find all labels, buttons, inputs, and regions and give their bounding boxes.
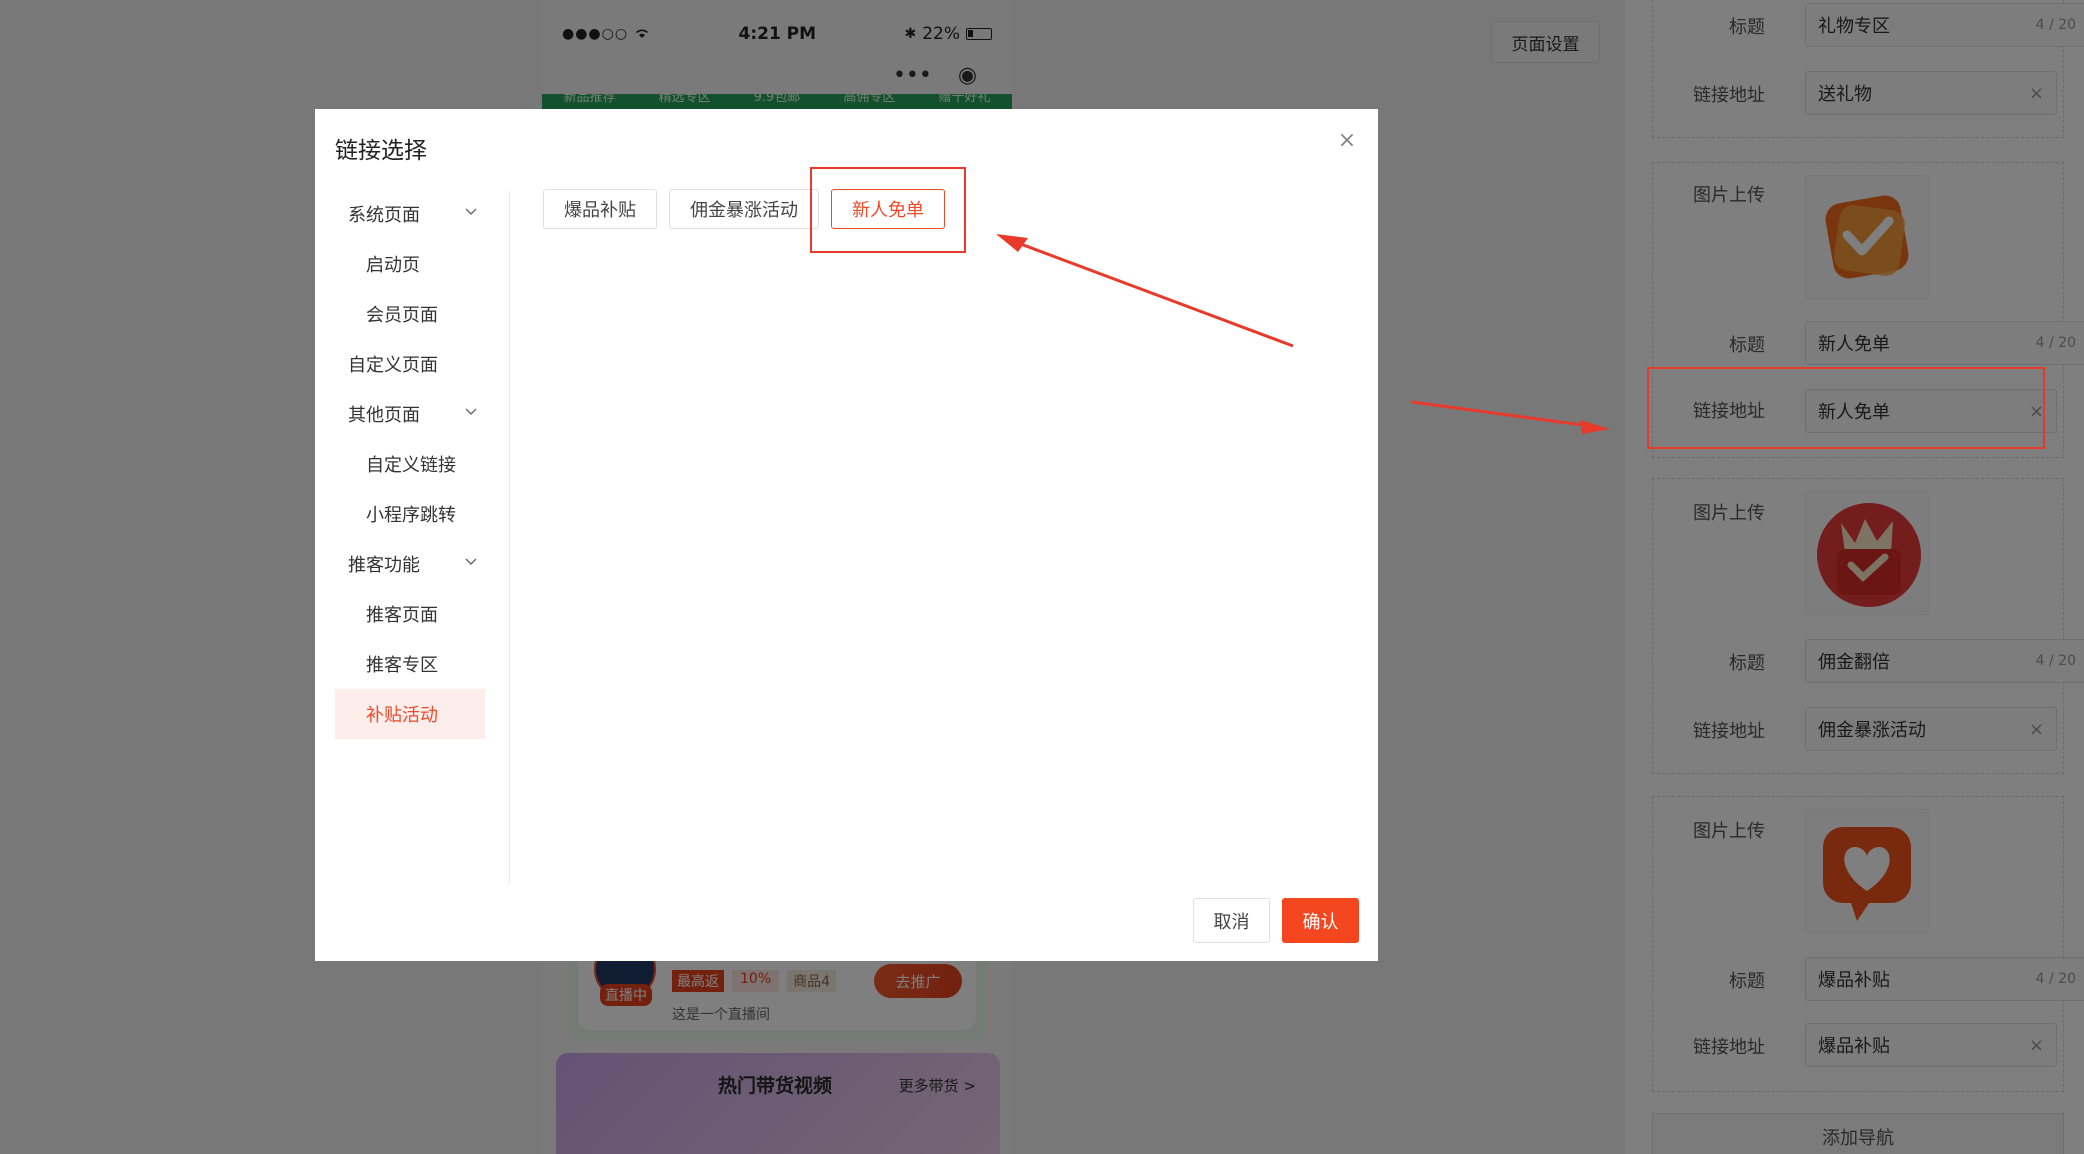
arrow-line-to-field [1411,400,1591,428]
arrow-head-to-option [996,234,1028,252]
arrow-line-to-option [1009,238,1294,348]
arrow-head-to-field [1580,420,1610,434]
annotation-arrows [996,234,1610,434]
